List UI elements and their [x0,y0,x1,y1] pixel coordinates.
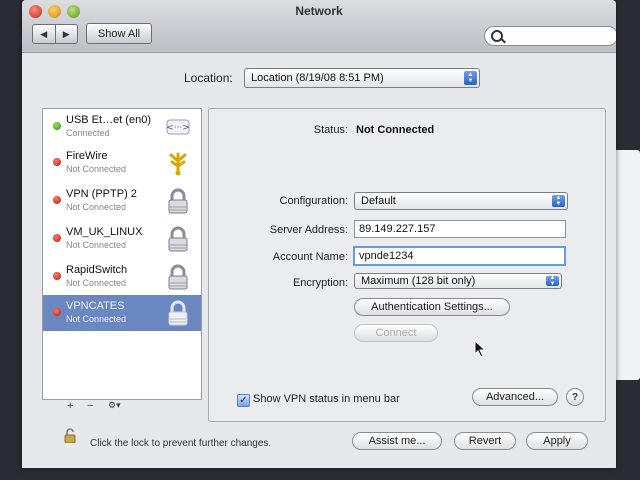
account-name-label: Account Name: [272,251,348,263]
location-value: Location (8/19/08 8:51 PM) [251,72,384,84]
ethernet-icon: <···> [166,119,190,135]
encryption-label: Encryption: [292,277,348,289]
show-vpn-status-label: Show VPN status in menu bar [253,393,400,405]
network-preferences-window: Network ◀ ▶ Show All Location: Location … [22,0,616,468]
service-name: VPN (PPTP) 2 [66,188,137,200]
status-green-icon [53,122,61,130]
server-address-field[interactable]: 89.149.227.157 [354,220,566,238]
service-status: Connected [66,128,110,138]
apply-button[interactable]: Apply [526,432,588,450]
status-red-icon [53,158,61,166]
forward-button[interactable]: ▶ [56,25,78,43]
service-list: USB Et…et (en0) Connected <···> FireWire… [42,108,202,400]
service-name: FireWire [66,150,108,162]
service-item-firewire[interactable]: FireWire Not Connected [43,145,201,181]
configuration-value: Default [361,195,396,207]
service-status: Not Connected [66,314,127,324]
lock-icon [168,226,188,252]
lock-icon [168,264,188,290]
window-title: Network [295,4,343,18]
lock-icon [168,300,188,326]
service-item-vm-uk-linux[interactable]: VM_UK_LINUX Not Connected [43,221,201,257]
revert-button[interactable]: Revert [454,432,516,450]
service-status: Not Connected [66,278,127,288]
remove-service-button[interactable]: − [87,400,93,412]
search-icon [491,30,503,42]
service-item-usb-ethernet[interactable]: USB Et…et (en0) Connected <···> [43,109,201,145]
assist-me-button[interactable]: Assist me... [352,432,442,450]
advanced-button[interactable]: Advanced... [472,388,558,406]
popup-arrows-icon: ▲ ▼ [552,195,565,207]
status-red-icon [53,234,61,242]
encryption-popup[interactable]: Maximum (128 bit only) ▲ ▼ [354,273,562,289]
configuration-label: Configuration: [279,195,349,207]
help-button[interactable]: ? [566,388,584,406]
nav-segmented-control: ◀ ▶ [32,24,78,44]
status-label: Status: [313,124,348,136]
service-status: Not Connected [66,240,127,250]
mouse-pointer-icon [474,340,487,358]
encryption-value: Maximum (128 bit only) [361,275,476,287]
service-status: Not Connected [66,202,127,212]
lock-instruction-text: Click the lock to prevent further change… [90,438,272,449]
service-status: Not Connected [66,164,127,174]
lock-icon [168,188,188,214]
back-button[interactable]: ◀ [33,25,56,43]
search-field[interactable] [484,26,616,46]
configuration-popup[interactable]: Default ▲ ▼ [354,192,568,210]
account-name-field[interactable]: vpnde1234 [353,246,566,266]
status-red-icon [53,308,61,316]
add-service-button[interactable]: + [67,400,73,412]
status-red-icon [53,196,61,204]
authentication-settings-button[interactable]: Authentication Settings... [354,298,510,316]
show-vpn-status-checkbox[interactable]: ✓ [237,394,250,407]
action-menu-button[interactable]: ⚙▾ [108,400,121,411]
service-name: VM_UK_LINUX [66,226,143,238]
popup-arrows-icon: ▲ ▼ [546,275,559,287]
title-bar: Network ◀ ▶ Show All [22,0,616,53]
status-value: Not Connected [356,124,435,136]
padlock-icon[interactable] [64,428,76,443]
popup-arrows-icon: ▲ ▼ [464,71,477,85]
status-red-icon [53,272,61,280]
svg-text:<···>: <···> [166,123,190,133]
firewire-icon [169,152,187,176]
location-label: Location: [184,71,233,85]
service-item-vpncates[interactable]: VPNCATES Not Connected [43,295,201,331]
server-address-label: Server Address: [269,224,348,236]
service-list-footer: + − ⚙▾ [42,398,200,416]
service-item-vpn-pptp-2[interactable]: VPN (PPTP) 2 Not Connected [43,183,201,219]
connect-button[interactable]: Connect [354,324,438,342]
service-item-rapidswitch[interactable]: RapidSwitch Not Connected [43,259,201,295]
show-all-button[interactable]: Show All [86,23,152,44]
service-name: VPNCATES [66,300,125,312]
service-name: RapidSwitch [66,264,128,276]
location-popup[interactable]: Location (8/19/08 8:51 PM) ▲ ▼ [244,68,480,88]
service-name: USB Et…et (en0) [66,114,151,126]
